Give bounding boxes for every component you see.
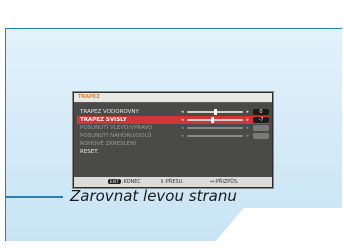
osd-menu: TRAPEZ TRAPEZ VODOROVNY ◂ ▸ 0 TRAPEZ SVI…	[73, 92, 273, 188]
slider-right-arrow-icon: ▸	[246, 117, 249, 123]
osd-rows: TRAPEZ VODOROVNY ◂ ▸ 0 TRAPEZ SVISLY ◂ ▸…	[74, 103, 272, 156]
menu-item-label: TRAPEZ VODOROVNY	[80, 109, 139, 115]
value-box: 0	[253, 109, 269, 115]
slider-track	[187, 127, 243, 129]
osd-footer: EXIT:KONEC ⇕:PŘESU. ↔:PŘIZPŮS.	[74, 177, 272, 187]
menu-item-rohove-zkresleni[interactable]: ROHOVÉ ZKRESLENÍ	[77, 140, 269, 148]
slider-left-arrow-icon: ◂	[181, 117, 184, 123]
footer-move-hint: ⇕:PŘESU.	[160, 177, 184, 187]
menu-item-posunuti-nahoru-dolu[interactable]: POSUNUTÍ NAHORU/DOLŮ ◂ ▸	[77, 132, 269, 140]
slider-track	[187, 135, 243, 137]
slider-left-arrow-icon: ◂	[181, 125, 184, 131]
slider-right-arrow-icon: ▸	[246, 125, 249, 131]
posunuti-nahoru-dolu-slider: ◂ ▸	[181, 133, 249, 139]
menu-item-label: RESET.	[80, 149, 99, 155]
footer-exit-hint: EXIT:KONEC	[108, 177, 141, 187]
value-box: -7	[253, 117, 269, 123]
menu-item-posunuti-vlevo-vpravo[interactable]: POSUNUTÍ VLEVO/VPRAVO ◂ ▸	[77, 124, 269, 132]
menu-item-trapez-vodorovny[interactable]: TRAPEZ VODOROVNY ◂ ▸ 0	[77, 108, 269, 116]
value-box	[253, 133, 269, 139]
osd-title: TRAPEZ	[74, 93, 272, 103]
slider-knob[interactable]	[214, 109, 217, 115]
menu-item-label: ROHOVÉ ZKRESLENÍ	[80, 141, 136, 147]
slider-right-arrow-icon: ▸	[246, 109, 249, 115]
slider-knob[interactable]	[211, 117, 214, 123]
menu-item-label: TRAPEZ SVISLY	[80, 117, 127, 123]
slider-left-arrow-icon: ◂	[181, 109, 184, 115]
callout-caption: Zarovnat levou stranu	[70, 187, 237, 205]
trapez-svisly-slider[interactable]: ◂ ▸	[181, 117, 249, 123]
value-box	[253, 125, 269, 131]
footer-exit-label: :KONEC	[121, 179, 141, 185]
slider-right-arrow-icon: ▸	[246, 133, 249, 139]
footer-adjust-hint: ↔:PŘIZPŮS.	[210, 177, 239, 187]
menu-item-label: POSUNUTÍ VLEVO/VPRAVO	[80, 125, 153, 131]
menu-item-trapez-svisly[interactable]: TRAPEZ SVISLY ◂ ▸ -7	[77, 116, 269, 124]
footer-adjust-label: :PŘIZPŮS.	[214, 179, 239, 185]
exit-key-icon: EXIT	[108, 179, 121, 184]
slider-track	[187, 119, 243, 121]
callout-leader-line	[5, 196, 63, 198]
footer-move-label: :PŘESU.	[164, 179, 184, 185]
menu-item-reset[interactable]: RESET.	[77, 148, 269, 156]
trapez-vodorovny-slider[interactable]: ◂ ▸	[181, 109, 249, 115]
posunuti-vlevo-vpravo-slider: ◂ ▸	[181, 125, 249, 131]
menu-item-label: POSUNUTÍ NAHORU/DOLŮ	[80, 133, 152, 139]
slider-left-arrow-icon: ◂	[181, 133, 184, 139]
